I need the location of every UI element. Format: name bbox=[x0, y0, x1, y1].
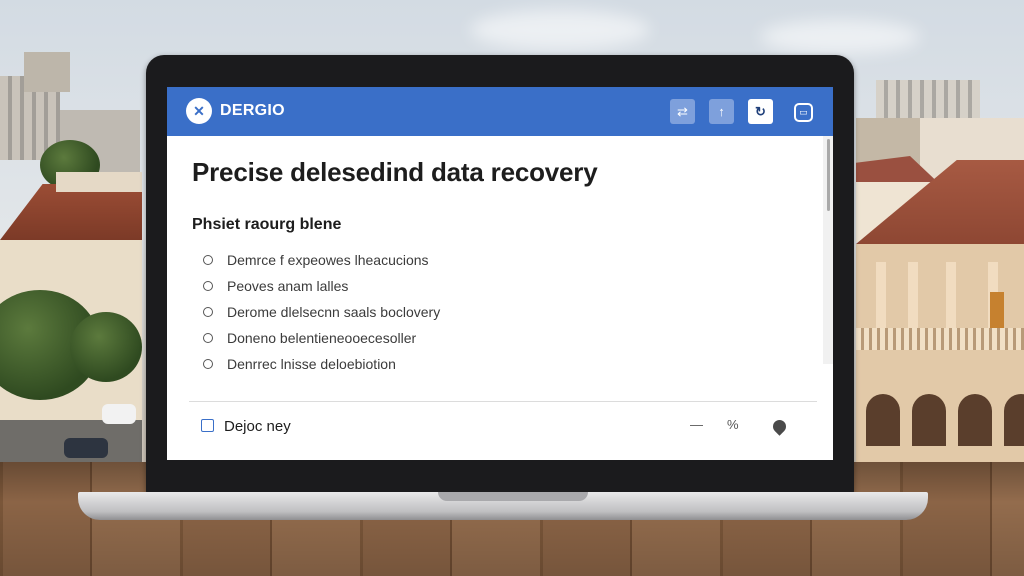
radio-option-label: Demrce f expeowes lheacucions bbox=[227, 252, 429, 268]
app-header: ✕ DERGIO ⇄ ↑ ↻ ▭ bbox=[167, 87, 833, 136]
minus-icon[interactable]: — bbox=[690, 417, 703, 432]
bird-logo-icon[interactable]: ✕ bbox=[186, 98, 212, 124]
radio-option[interactable]: Demrce f expeowes lheacucions bbox=[203, 249, 429, 271]
radio-option[interactable]: Derome dlelsecnn saals boclovery bbox=[203, 301, 440, 323]
laptop-screen: ✕ DERGIO ⇄ ↑ ↻ ▭ Precise delesedind data… bbox=[167, 87, 833, 460]
brand-name: DERGIO bbox=[220, 102, 285, 119]
checkbox-label: Dejoc ney bbox=[224, 418, 291, 435]
laptop-notch bbox=[438, 492, 588, 501]
transfer-icon[interactable]: ⇄ bbox=[670, 99, 695, 124]
refresh-icon[interactable]: ↻ bbox=[748, 99, 773, 124]
radio-option-label: Doneno belentieneooecesoller bbox=[227, 330, 417, 346]
radio-button[interactable] bbox=[203, 333, 213, 343]
radio-option[interactable]: Peoves anam lalles bbox=[203, 275, 348, 297]
radio-button[interactable] bbox=[203, 359, 213, 369]
radio-button[interactable] bbox=[203, 281, 213, 291]
upload-icon[interactable]: ↑ bbox=[709, 99, 734, 124]
scrollbar-thumb[interactable] bbox=[827, 139, 830, 211]
radio-option[interactable]: Denrrec lnisse deloebiotion bbox=[203, 353, 396, 375]
pin-icon[interactable] bbox=[770, 417, 789, 436]
radio-option[interactable]: Doneno belentieneooecesoller bbox=[203, 327, 416, 349]
radio-option-label: Derome dlelsecnn saals boclovery bbox=[227, 304, 441, 320]
radio-button[interactable] bbox=[203, 255, 213, 265]
percent-icon[interactable]: % bbox=[727, 417, 739, 432]
radio-option-label: Peoves anam lalles bbox=[227, 278, 349, 294]
radio-button[interactable] bbox=[203, 307, 213, 317]
checkbox[interactable] bbox=[201, 419, 214, 432]
window-icon[interactable]: ▭ bbox=[794, 103, 813, 122]
section-heading: Phsiet raourg blene bbox=[192, 216, 342, 233]
divider bbox=[189, 401, 817, 402]
page-title: Precise delesedind data recovery bbox=[192, 157, 598, 187]
radio-option-label: Denrrec lnisse deloebiotion bbox=[227, 356, 396, 372]
